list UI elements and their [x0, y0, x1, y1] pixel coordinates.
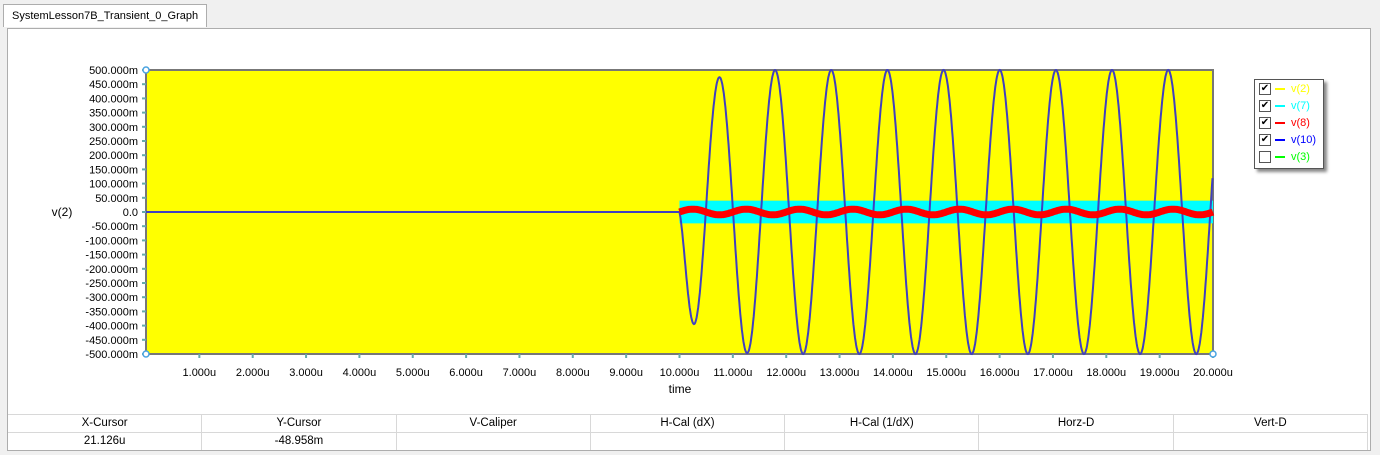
- cursor-value: [1174, 433, 1368, 450]
- x-tick-label: 2.000u: [236, 367, 270, 379]
- legend-checkbox[interactable]: ✔: [1259, 82, 1271, 95]
- column-header: X-Cursor: [8, 415, 203, 432]
- column-header: V-Caliper: [397, 415, 591, 432]
- y-tick-label: 500.000m: [89, 65, 138, 77]
- x-tick-label: 5.000u: [396, 367, 430, 379]
- y-tick-label: 200.000m: [89, 150, 138, 162]
- legend-label: v(2): [1291, 82, 1310, 95]
- cursor-value: [397, 433, 591, 450]
- legend-item[interactable]: ✔ v(2): [1255, 80, 1323, 97]
- legend-label: v(3): [1291, 150, 1310, 163]
- x-tick-label: 1.000u: [183, 367, 217, 379]
- y-tick-label: -500.000m: [85, 349, 138, 361]
- legend-checkbox[interactable]: [1259, 150, 1271, 163]
- legend-label: v(7): [1291, 99, 1310, 112]
- cursor-value: [979, 433, 1174, 450]
- legend-checkbox[interactable]: ✔: [1259, 133, 1271, 146]
- cursor-value: [785, 433, 980, 450]
- column-header: Horz-D: [979, 415, 1174, 432]
- y-tick-label: -100.000m: [85, 235, 138, 247]
- y-tick-label: -450.000m: [85, 335, 138, 347]
- cursor-table: X-Cursor Y-Cursor V-Caliper H-Cal (dX) H-Cal…: [8, 414, 1368, 450]
- cursor-value: [591, 433, 786, 450]
- legend-checkbox[interactable]: ✔: [1259, 116, 1271, 129]
- x-tick-label: 3.000u: [289, 367, 323, 379]
- column-header: H-Cal (1/dX): [785, 415, 980, 432]
- x-tick-label: 17.000u: [1033, 367, 1073, 379]
- y-tick-label: -400.000m: [85, 321, 138, 333]
- x-tick-label: 6.000u: [449, 367, 483, 379]
- legend-item[interactable]: v(3): [1255, 148, 1323, 165]
- legend: ✔ v(2) ✔ v(7) ✔ v(8) ✔ v(10) v(3): [1254, 79, 1324, 169]
- x-tick-label: 18.000u: [1086, 367, 1126, 379]
- x-tick-label: 14.000u: [873, 367, 913, 379]
- y-tick-label: 150.000m: [89, 164, 138, 176]
- x-tick-label: 10.000u: [660, 367, 700, 379]
- x-tick-label: 11.000u: [713, 367, 752, 379]
- y-tick-label: 450.000m: [89, 79, 138, 91]
- y-tick-label: -50.000m: [92, 221, 138, 233]
- x-tick-label: 12.000u: [766, 367, 806, 379]
- cursor-value: 21.126u: [8, 433, 203, 450]
- y-tick-label: 250.000m: [89, 136, 138, 148]
- legend-checkbox[interactable]: ✔: [1259, 99, 1271, 112]
- axis-handle-icon: [142, 66, 150, 74]
- axis-handle-icon: [142, 350, 150, 358]
- y-tick-label: 350.000m: [89, 108, 138, 120]
- legend-swatch: [1275, 121, 1285, 124]
- y-tick-label: -250.000m: [85, 278, 138, 290]
- y-tick-label: 0.0: [123, 207, 138, 219]
- legend-swatch: [1275, 155, 1285, 158]
- x-axis-label: time: [669, 382, 692, 396]
- legend-swatch: [1275, 87, 1285, 90]
- x-tick-label: 4.000u: [343, 367, 377, 379]
- legend-swatch: [1275, 104, 1285, 107]
- column-header: Y-Cursor: [202, 415, 397, 432]
- series-v8: [678, 205, 1215, 219]
- x-tick-label: 15.000u: [926, 367, 966, 379]
- chart[interactable]: 500.000m 450.000m 400.000m 350.000m 300.000m…: [0, 0, 1380, 455]
- x-tick-label: 20.000u: [1193, 367, 1233, 379]
- x-tick-label: 8.000u: [556, 367, 590, 379]
- x-tick-label: 7.000u: [503, 367, 537, 379]
- column-header: Vert-D: [1174, 415, 1368, 432]
- column-header: H-Cal (dX): [591, 415, 786, 432]
- y-tick-label: 50.000m: [95, 193, 138, 205]
- legend-swatch: [1275, 138, 1285, 141]
- x-tick-label: 13.000u: [820, 367, 860, 379]
- legend-item[interactable]: ✔ v(8): [1255, 114, 1323, 131]
- y-tick-label: -350.000m: [85, 306, 138, 318]
- legend-label: v(10): [1291, 133, 1317, 146]
- axis-handle-icon: [1209, 350, 1217, 358]
- y-tick-label: -200.000m: [85, 264, 138, 276]
- y-tick-label: -300.000m: [85, 292, 138, 304]
- legend-label: v(8): [1291, 116, 1310, 129]
- x-tick-label: 9.000u: [609, 367, 643, 379]
- cursor-value: -48.958m: [202, 433, 397, 450]
- legend-item[interactable]: ✔ v(7): [1255, 97, 1323, 114]
- x-tick-label: 19.000u: [1140, 367, 1180, 379]
- x-tick-label: 16.000u: [980, 367, 1020, 379]
- y-tick-label: 300.000m: [89, 122, 138, 134]
- legend-item[interactable]: ✔ v(10): [1255, 131, 1323, 148]
- y-axis-label: v(2): [52, 205, 73, 219]
- y-tick-label: 100.000m: [89, 179, 138, 191]
- y-tick-label: -150.000m: [85, 250, 138, 262]
- y-tick-label: 400.000m: [89, 93, 138, 105]
